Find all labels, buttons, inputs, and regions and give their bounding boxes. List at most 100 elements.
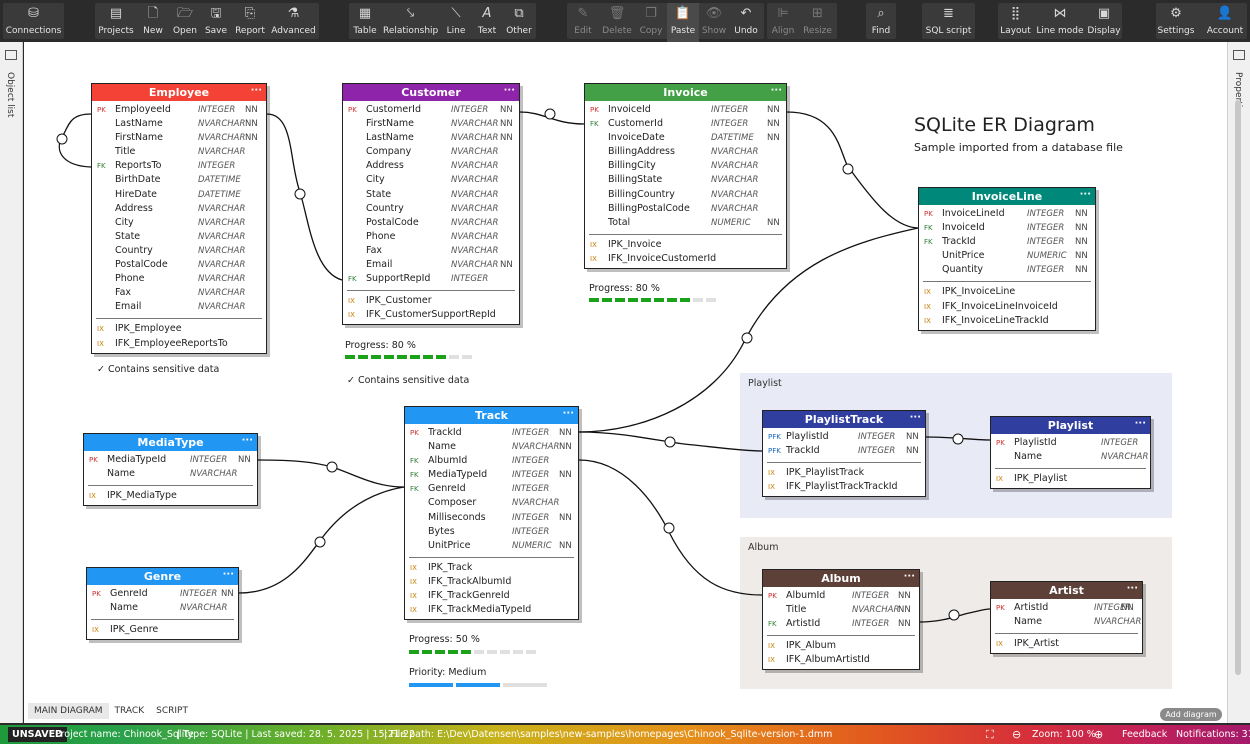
column-row[interactable]: FK SupportRepId INTEGER: [343, 272, 519, 286]
index-row[interactable]: IX IFK_TrackMediaTypeId: [405, 603, 578, 617]
index-row[interactable]: IX IPK_Album: [763, 639, 919, 653]
more-icon[interactable]: ···: [1127, 580, 1138, 597]
zoom-in-icon[interactable]: ⊕: [1094, 725, 1103, 744]
zoom-out-icon[interactable]: ⊖: [1012, 725, 1021, 744]
column-row[interactable]: Phone NVARCHAR: [92, 272, 266, 286]
column-row[interactable]: Title NVARCHAR: [92, 145, 266, 159]
edit-button[interactable]: ✎ Edit: [569, 3, 597, 42]
entity-track[interactable]: Track ··· PK TrackId INTEGER NN Name NVARCHAR NN…: [404, 406, 579, 621]
diagram-canvas[interactable]: Playlist Album SQLite ER Diagram Sample …: [24, 42, 1227, 723]
undo-button[interactable]: ↶ Undo: [730, 3, 762, 42]
column-row[interactable]: BillingAddress NVARCHAR: [585, 145, 786, 159]
layout-button[interactable]: ⣿ Layout: [999, 3, 1032, 42]
column-row[interactable]: FirstName NVARCHAR NN: [92, 131, 266, 145]
advanced-button[interactable]: ⚗ Advanced: [270, 3, 317, 42]
column-row[interactable]: FK InvoiceId INTEGER NN: [919, 221, 1095, 235]
line-button[interactable]: ⟍ Line: [441, 3, 471, 42]
index-row[interactable]: IX IFK_InvoiceLineInvoiceId: [919, 300, 1095, 314]
column-row[interactable]: Country NVARCHAR: [92, 244, 266, 258]
more-icon[interactable]: ···: [904, 568, 915, 585]
column-row[interactable]: PK EmployeeId INTEGER NN: [92, 103, 266, 117]
notifications-count[interactable]: Notifications: 31: [1176, 725, 1250, 744]
save-button[interactable]: 🖫 Save: [201, 3, 231, 42]
column-row[interactable]: PK ArtistId INTEGER NN: [991, 601, 1142, 615]
more-icon[interactable]: ···: [771, 82, 782, 99]
panel-toggle-icon[interactable]: [1233, 50, 1245, 60]
paste-button[interactable]: 📋 Paste: [667, 3, 699, 42]
column-row[interactable]: PK InvoiceId INTEGER NN: [585, 103, 786, 117]
entity-header[interactable]: Employee ···: [92, 84, 266, 101]
index-row[interactable]: IX IFK_InvoiceCustomerId: [585, 252, 786, 266]
more-icon[interactable]: ···: [223, 566, 234, 583]
open-button[interactable]: 🗁 Open: [170, 3, 200, 42]
column-row[interactable]: BillingPostalCode NVARCHAR: [585, 202, 786, 216]
copy-button[interactable]: ❐ Copy: [637, 3, 665, 42]
column-row[interactable]: PostalCode NVARCHAR: [92, 258, 266, 272]
column-row[interactable]: Total NUMERIC NN: [585, 216, 786, 230]
column-row[interactable]: FK CustomerId INTEGER NN: [585, 117, 786, 131]
feedback-link[interactable]: Feedback: [1122, 725, 1167, 744]
entity-invoiceline[interactable]: InvoiceLine ··· PK InvoiceLineId INTEGER NN FK…: [918, 187, 1096, 331]
column-row[interactable]: Company NVARCHAR: [343, 145, 519, 159]
column-row[interactable]: City NVARCHAR: [343, 173, 519, 187]
index-row[interactable]: IX IPK_Employee: [92, 322, 266, 336]
show-button[interactable]: 👁 Show: [701, 3, 727, 42]
entity-header[interactable]: Album ···: [763, 570, 919, 587]
entity-header[interactable]: PlaylistTrack ···: [763, 411, 925, 428]
index-row[interactable]: IX IPK_MediaType: [84, 489, 257, 503]
column-row[interactable]: Name NVARCHAR: [991, 615, 1142, 629]
column-row[interactable]: BillingCountry NVARCHAR: [585, 188, 786, 202]
index-row[interactable]: IX IFK_TrackAlbumId: [405, 575, 578, 589]
diagram-subtitle[interactable]: Sample imported from a database file: [914, 141, 1123, 154]
delete-button[interactable]: 🗑 Delete: [600, 3, 634, 42]
entity-playlist[interactable]: Playlist ··· PK PlaylistId INTEGER Name NVARCH…: [990, 415, 1151, 490]
entity-header[interactable]: Artist ···: [991, 582, 1142, 599]
tab-script[interactable]: SCRIPT: [150, 703, 194, 719]
column-row[interactable]: Country NVARCHAR: [343, 202, 519, 216]
more-icon[interactable]: ···: [251, 82, 262, 99]
column-row[interactable]: Fax NVARCHAR: [343, 244, 519, 258]
column-row[interactable]: PK InvoiceLineId INTEGER NN: [919, 207, 1095, 221]
sql-script-button[interactable]: ≣ SQL script: [922, 3, 975, 42]
column-row[interactable]: FK GenreId INTEGER: [405, 482, 578, 496]
column-row[interactable]: Milliseconds INTEGER NN: [405, 511, 578, 525]
column-row[interactable]: Name NVARCHAR: [84, 467, 257, 481]
entity-header[interactable]: Genre ···: [87, 568, 238, 585]
tab-main-diagram[interactable]: MAIN DIAGRAM: [28, 703, 109, 719]
column-row[interactable]: PK TrackId INTEGER NN: [405, 426, 578, 440]
index-row[interactable]: IX IFK_InvoiceLineTrackId: [919, 314, 1095, 328]
column-row[interactable]: FirstName NVARCHAR NN: [343, 117, 519, 131]
entity-header[interactable]: MediaType ···: [84, 434, 257, 451]
column-row[interactable]: Address NVARCHAR: [92, 202, 266, 216]
index-row[interactable]: IX IPK_InvoiceLine: [919, 285, 1095, 299]
index-row[interactable]: IX IPK_PlaylistTrack: [763, 466, 925, 480]
column-row[interactable]: FK ArtistId INTEGER NN: [763, 617, 919, 631]
entity-header[interactable]: Track ···: [405, 407, 578, 424]
settings-button[interactable]: ⚙ Settings: [1157, 3, 1195, 42]
entity-invoice[interactable]: Invoice ··· PK InvoiceId INTEGER NN FK Customer…: [584, 83, 787, 270]
tab-track[interactable]: TRACK: [109, 703, 151, 719]
other-button[interactable]: ⧉ Other: [503, 3, 535, 42]
column-row[interactable]: LastName NVARCHAR NN: [343, 131, 519, 145]
column-row[interactable]: Phone NVARCHAR: [343, 230, 519, 244]
entity-customer[interactable]: Customer ··· PK CustomerId INTEGER NN FirstNam…: [342, 83, 520, 326]
column-row[interactable]: State NVARCHAR: [92, 230, 266, 244]
add-diagram-button[interactable]: Add diagram: [1160, 708, 1222, 721]
column-row[interactable]: BillingCity NVARCHAR: [585, 159, 786, 173]
column-row[interactable]: UnitPrice NUMERIC NN: [405, 539, 578, 553]
more-icon[interactable]: ···: [1080, 186, 1091, 203]
table-button[interactable]: ▦ Table: [351, 3, 379, 42]
column-row[interactable]: InvoiceDate DATETIME NN: [585, 131, 786, 145]
column-row[interactable]: Email NVARCHAR NN: [343, 258, 519, 272]
column-row[interactable]: Name NVARCHAR NN: [405, 440, 578, 454]
panel-toggle-icon[interactable]: [5, 50, 17, 60]
more-icon[interactable]: ···: [1135, 415, 1146, 432]
column-row[interactable]: State NVARCHAR: [343, 188, 519, 202]
entity-header[interactable]: Invoice ···: [585, 84, 786, 101]
object-list-sidebar[interactable]: Object list: [0, 42, 23, 723]
column-row[interactable]: Email NVARCHAR: [92, 300, 266, 314]
column-row[interactable]: Name NVARCHAR: [87, 601, 238, 615]
entity-mediatype[interactable]: MediaType ··· PK MediaTypeId INTEGER NN Name NV…: [83, 433, 258, 507]
index-row[interactable]: IX IPK_Invoice: [585, 238, 786, 252]
index-row[interactable]: IX IPK_Genre: [87, 623, 238, 637]
